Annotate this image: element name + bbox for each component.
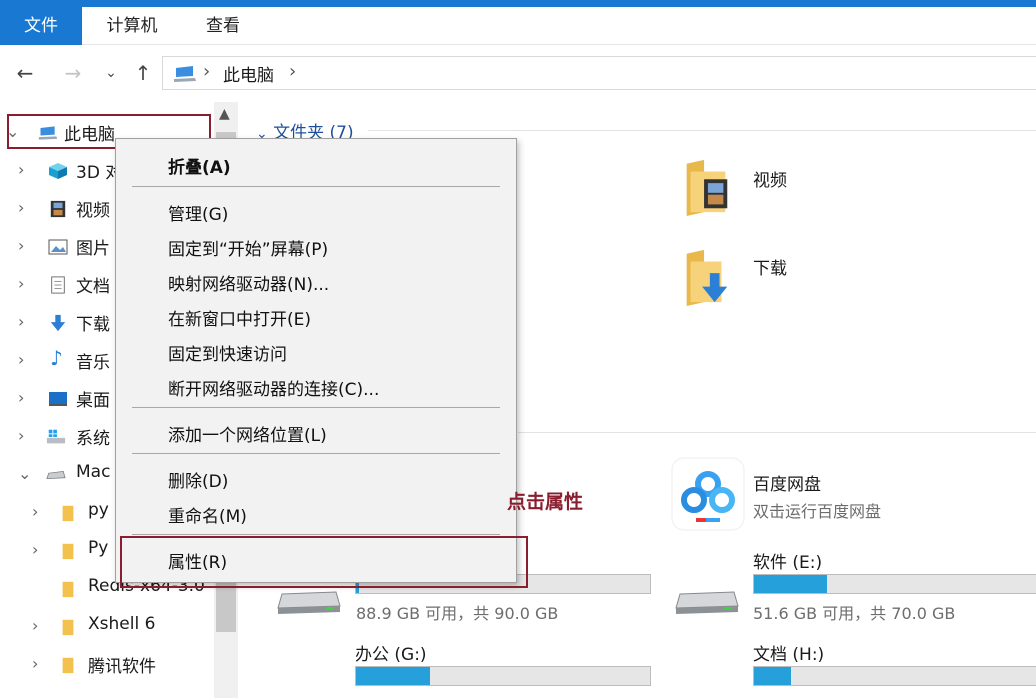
film-icon xyxy=(50,200,66,218)
tab-file[interactable]: 文件 xyxy=(0,7,82,45)
menu-separator xyxy=(132,453,500,454)
nav-item-label: 音乐 xyxy=(76,353,110,373)
menu-item-collapse[interactable]: 折叠(A) xyxy=(168,153,231,178)
scroll-up-icon[interactable]: ▲ xyxy=(219,106,230,122)
nav-item-label: Xshell 6 xyxy=(88,614,156,634)
download-icon xyxy=(50,314,66,332)
folder-label: 下载 xyxy=(753,259,787,279)
menu-item-rename[interactable]: 重命名(M) xyxy=(168,502,247,527)
chevron-right-icon[interactable]: › xyxy=(18,388,24,407)
nav-item-label: 桌面 xyxy=(76,391,110,411)
address-row: ← → ⌄ ↑ › 此电脑 › xyxy=(0,46,1036,102)
music-icon: ♪ xyxy=(50,346,63,370)
picture-icon xyxy=(48,239,68,255)
hard-drive-icon xyxy=(277,591,341,614)
breadcrumb-separator-icon[interactable]: › xyxy=(203,61,210,82)
drive-free-space: 51.6 GB 可用，共 70.0 GB xyxy=(753,604,956,623)
drive-name: 软件 (E:) xyxy=(753,553,823,573)
nav-item-label: 图片 xyxy=(76,239,110,259)
nav-item-label: Py xyxy=(88,538,109,558)
drive-usage-bar xyxy=(753,666,1036,686)
breadcrumb-separator-icon[interactable]: › xyxy=(289,61,296,82)
nav-item-label: 腾讯软件 xyxy=(88,657,156,677)
folder-icon xyxy=(62,657,74,674)
folder-icon xyxy=(62,543,74,560)
menu-separator xyxy=(132,407,500,408)
windows-drive-icon xyxy=(46,429,66,444)
chevron-right-icon[interactable]: › xyxy=(18,236,24,255)
ribbon: 文件 计算机 查看 xyxy=(0,7,1036,45)
chevron-right-icon[interactable]: › xyxy=(18,198,24,217)
cube-icon xyxy=(49,163,67,179)
properties-highlight-box xyxy=(120,536,528,588)
computer-icon xyxy=(174,66,196,82)
back-arrow-icon[interactable]: ← xyxy=(10,58,40,88)
breadcrumb-this-pc[interactable]: 此电脑 xyxy=(223,61,274,86)
drive-usage-bar xyxy=(355,666,651,686)
menu-item-pin-quick-access[interactable]: 固定到快速访问 xyxy=(168,340,287,365)
nav-item-label: 文档 xyxy=(76,277,110,297)
document-icon xyxy=(51,276,65,294)
drive-icon xyxy=(46,470,66,480)
nav-item-label: 视频 xyxy=(76,201,110,221)
menu-item-manage[interactable]: 管理(G) xyxy=(168,200,228,225)
menu-separator xyxy=(132,534,500,535)
video-folder-icon xyxy=(686,159,728,216)
chevron-right-icon[interactable]: › xyxy=(32,616,38,635)
nav-item-folder[interactable]: › 腾讯软件 xyxy=(0,648,238,682)
app-name: 百度网盘 xyxy=(753,475,821,495)
desktop-icon xyxy=(49,392,67,406)
title-bar-strip xyxy=(0,0,1036,7)
nav-item-label: 下载 xyxy=(76,315,110,335)
address-bar[interactable]: › 此电脑 › xyxy=(162,56,1036,90)
forward-arrow-icon[interactable]: → xyxy=(58,58,88,88)
baidu-netdisk-icon xyxy=(671,457,745,531)
drive-name: 办公 (G:) xyxy=(355,645,427,665)
chevron-right-icon[interactable]: › xyxy=(32,540,38,559)
chevron-right-icon[interactable]: › xyxy=(18,160,24,179)
chevron-right-icon[interactable]: › xyxy=(18,350,24,369)
chevron-right-icon[interactable]: › xyxy=(18,426,24,445)
recent-locations-chevron-icon[interactable]: ⌄ xyxy=(96,58,126,88)
menu-item-map-network-drive[interactable]: 映射网络驱动器(N)... xyxy=(168,270,329,295)
chevron-right-icon[interactable]: › xyxy=(32,502,38,521)
folder-icon xyxy=(62,581,74,598)
folder-icon xyxy=(62,505,74,522)
nav-item-label: 系统 xyxy=(76,429,110,449)
drive-usage-bar xyxy=(753,574,1036,594)
nav-item-folder[interactable]: › Xshell 6 xyxy=(0,610,238,644)
folder-icon xyxy=(62,619,74,636)
chevron-right-icon[interactable]: › xyxy=(32,654,38,673)
menu-item-disconnect-network-drive[interactable]: 断开网络驱动器的连接(C)... xyxy=(168,375,379,400)
tab-view[interactable]: 查看 xyxy=(192,7,254,45)
annotation-click-properties: 点击属性 xyxy=(507,491,584,513)
menu-item-pin-to-start[interactable]: 固定到“开始”屏幕(P) xyxy=(168,235,328,260)
chevron-down-icon[interactable]: ⌄ xyxy=(18,464,31,483)
drive-name: 文档 (H:) xyxy=(753,645,825,665)
folder-label: 视频 xyxy=(753,171,787,191)
group-divider xyxy=(368,130,1036,131)
chevron-right-icon[interactable]: › xyxy=(18,274,24,293)
download-folder-icon xyxy=(686,249,728,306)
menu-separator xyxy=(132,186,500,187)
nav-item-label: py xyxy=(88,500,109,520)
group-divider xyxy=(518,432,1036,433)
drive-free-space: 88.9 GB 可用，共 90.0 GB xyxy=(356,604,559,623)
up-arrow-icon[interactable]: ↑ xyxy=(128,58,158,88)
hard-drive-icon xyxy=(675,591,739,614)
menu-item-open-new-window[interactable]: 在新窗口中打开(E) xyxy=(168,305,311,330)
app-description: 双击运行百度网盘 xyxy=(753,502,882,521)
context-menu: 折叠(A) 管理(G) 固定到“开始”屏幕(P) 映射网络驱动器(N)... 在… xyxy=(115,138,517,583)
menu-item-delete[interactable]: 删除(D) xyxy=(168,467,228,492)
nav-item-label: Mac xyxy=(76,462,111,482)
chevron-right-icon[interactable]: › xyxy=(18,312,24,331)
tab-computer[interactable]: 计算机 xyxy=(96,7,168,45)
menu-item-add-network-location[interactable]: 添加一个网络位置(L) xyxy=(168,421,327,446)
